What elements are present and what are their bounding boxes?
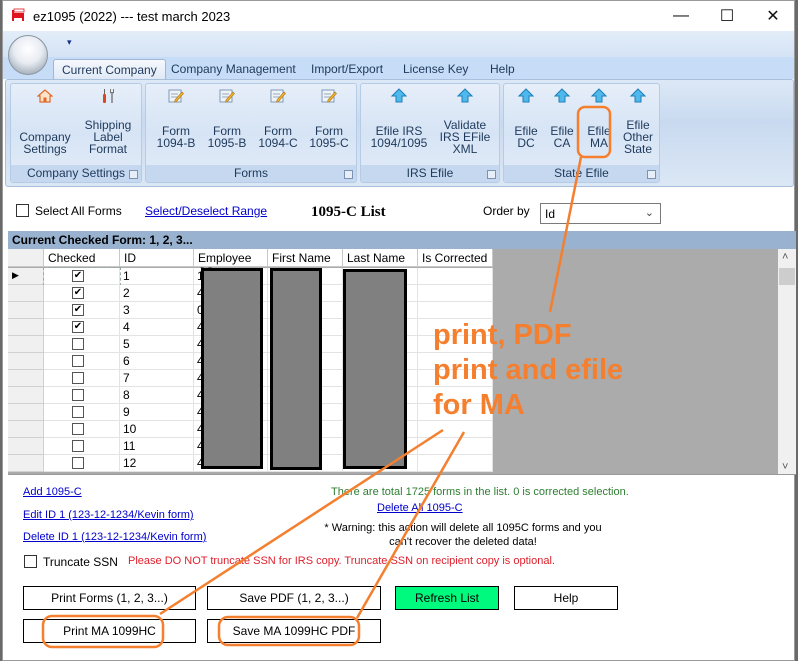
annotation-arrow-pdf (355, 431, 466, 619)
annotation-highlight-print-ma (41, 614, 165, 649)
annotation-arrow-print (159, 428, 444, 616)
annotation-text: print, PDF print and efile for MA (433, 319, 624, 421)
application-menu-orb[interactable] (8, 35, 48, 75)
annotation-overlay (41, 105, 612, 649)
annotation-highlight-efile-ma (576, 105, 612, 159)
annotation-arrow-efile (548, 156, 583, 313)
annotation-highlight-save-ma-pdf (217, 615, 361, 647)
